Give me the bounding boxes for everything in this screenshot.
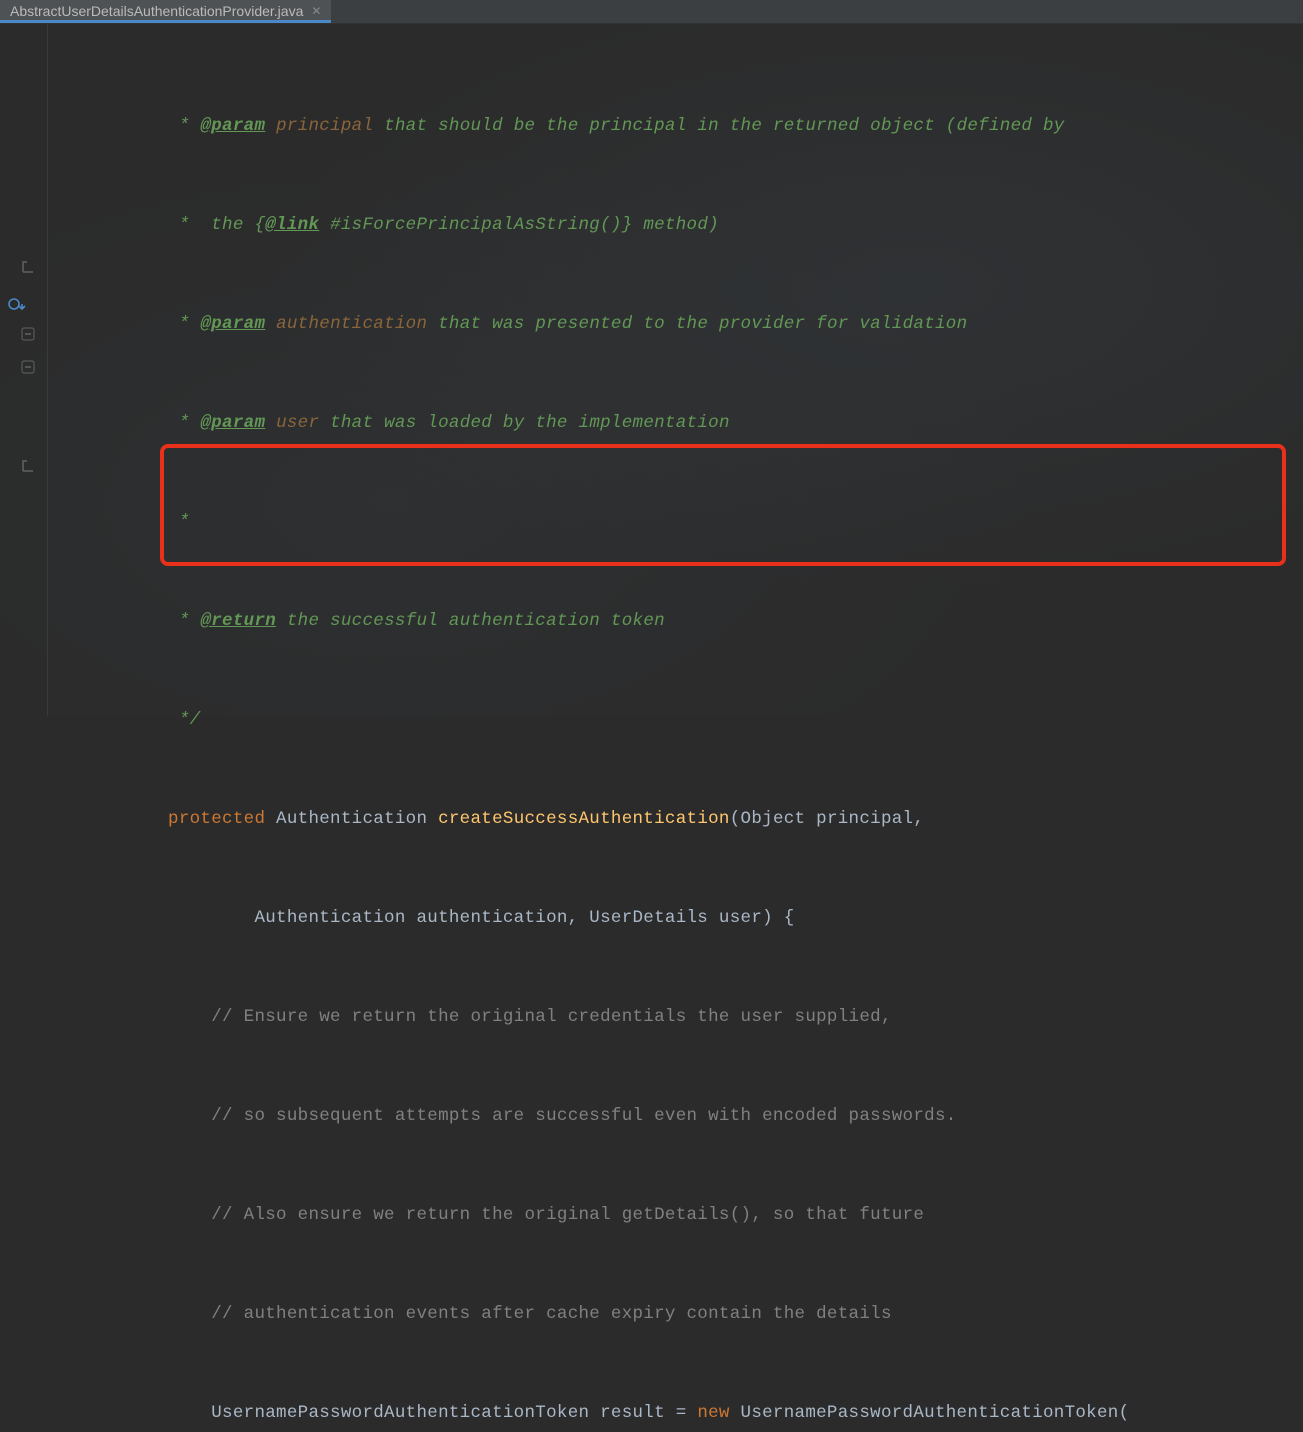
javadoc-tag: @return (200, 611, 276, 631)
fold-minus-icon[interactable] (18, 360, 38, 374)
override-icon[interactable] (8, 297, 28, 311)
comment: // Also ensure we return the original ge… (211, 1205, 924, 1225)
javadoc-param: authentication (276, 314, 427, 334)
code-line: */ (48, 704, 1129, 737)
comment: // Ensure we return the original credent… (211, 1007, 892, 1027)
tab-bar: AbstractUserDetailsAuthenticationProvide… (0, 0, 1303, 24)
indent (60, 413, 168, 433)
javadoc-star: * (168, 413, 200, 433)
indent (60, 908, 254, 928)
indent (60, 1403, 211, 1423)
indent (60, 1007, 211, 1027)
javadoc-close: */ (168, 710, 200, 730)
params: (Object principal, (730, 809, 924, 829)
code-line: * @param authentication that was present… (48, 308, 1129, 341)
code-line: * the {@link #isForcePrincipalAsString()… (48, 209, 1129, 242)
javadoc-text: the successful authentication token (276, 611, 665, 631)
javadoc-star: * (168, 215, 200, 235)
tab-filename: AbstractUserDetailsAuthenticationProvide… (10, 3, 303, 19)
javadoc-star: * (168, 611, 200, 631)
javadoc-tag: @param (200, 116, 265, 136)
fold-end-icon[interactable] (18, 459, 38, 473)
method-decl: createSuccessAuthentication (438, 809, 730, 829)
editor-area: * @param principal that should be the pr… (0, 24, 1303, 716)
indent (60, 1106, 211, 1126)
javadoc-tag: @param (200, 314, 265, 334)
indent (60, 1205, 211, 1225)
keyword: protected (168, 809, 265, 829)
code-line: Authentication authentication, UserDetai… (48, 902, 1129, 935)
code-content[interactable]: * @param principal that should be the pr… (48, 24, 1129, 716)
javadoc-text: } method) (622, 215, 719, 235)
indent (60, 512, 168, 532)
params: Authentication authentication, UserDetai… (254, 908, 794, 928)
code-line: protected Authentication createSuccessAu… (48, 803, 1129, 836)
code-text: UsernamePasswordAuthenticationToken( (730, 1403, 1130, 1423)
javadoc-tag: @link (265, 215, 319, 235)
code-line: // Ensure we return the original credent… (48, 1001, 1129, 1034)
javadoc-star: * (168, 314, 200, 334)
comment: // so subsequent attempts are successful… (211, 1106, 956, 1126)
file-tab[interactable]: AbstractUserDetailsAuthenticationProvide… (0, 0, 331, 23)
code-line: // so subsequent attempts are successful… (48, 1100, 1129, 1133)
code-line: * @param principal that should be the pr… (48, 110, 1129, 143)
javadoc-text: the { (200, 215, 265, 235)
javadoc-tag: @param (200, 413, 265, 433)
fold-end-icon[interactable] (18, 260, 38, 274)
code-line: * @param user that was loaded by the imp… (48, 407, 1129, 440)
javadoc-text: that was loaded by the implementation (319, 413, 729, 433)
javadoc-link: #isForcePrincipalAsString() (319, 215, 621, 235)
type: Authentication (265, 809, 438, 829)
javadoc-star: * (168, 512, 190, 532)
close-icon[interactable]: ✕ (311, 4, 321, 18)
code-text: UsernamePasswordAuthenticationToken resu… (211, 1403, 697, 1423)
javadoc-param: user (276, 413, 319, 433)
javadoc-text: that should be the principal in the retu… (373, 116, 1064, 136)
indent (60, 710, 168, 730)
code-line: // authentication events after cache exp… (48, 1298, 1129, 1331)
javadoc-text: that was presented to the provider for v… (427, 314, 967, 334)
indent (60, 809, 168, 829)
indent (60, 116, 168, 136)
code-line: // Also ensure we return the original ge… (48, 1199, 1129, 1232)
indent (60, 314, 168, 334)
code-line: * (48, 506, 1129, 539)
code-line: * @return the successful authentication … (48, 605, 1129, 638)
javadoc-param: principal (276, 116, 373, 136)
gutter[interactable] (0, 24, 48, 716)
keyword: new (697, 1403, 729, 1423)
fold-minus-icon[interactable] (18, 327, 38, 341)
indent (60, 611, 168, 631)
indent (60, 1304, 211, 1324)
code-line: UsernamePasswordAuthenticationToken resu… (48, 1397, 1129, 1430)
javadoc-star: * (168, 116, 200, 136)
comment: // authentication events after cache exp… (211, 1304, 892, 1324)
indent (60, 215, 168, 235)
